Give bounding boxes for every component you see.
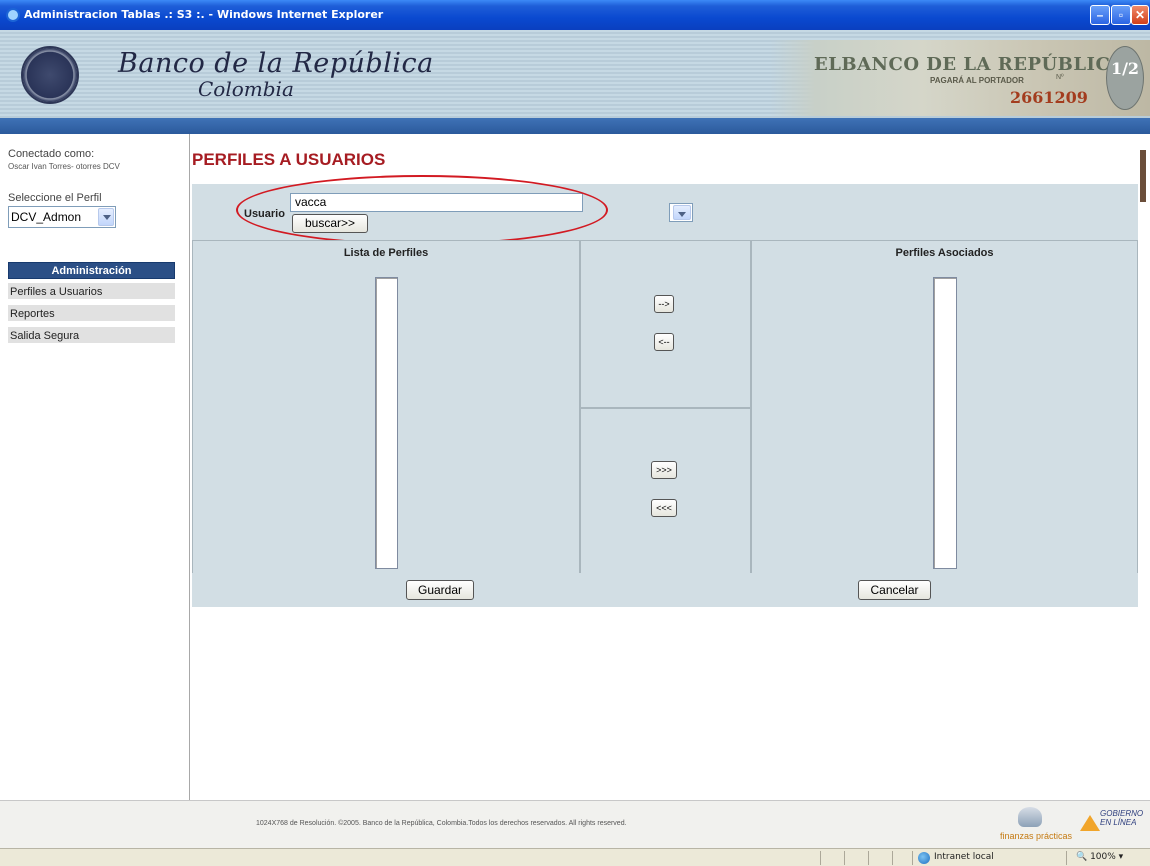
banknote-no-label: Nº: [1056, 74, 1064, 81]
maximize-button[interactable]: ▫: [1111, 5, 1131, 25]
connected-user: Oscar Ivan Torres- otorres DCV: [8, 162, 120, 171]
minimize-icon: –: [1096, 8, 1104, 22]
zoom-value: 100%: [1090, 852, 1116, 862]
security-zone-label[interactable]: Intranet local: [934, 852, 994, 862]
move-all-left-button[interactable]: <<<: [651, 499, 677, 517]
gobierno-en-linea-line2: EN LÍNEA: [1100, 818, 1137, 827]
banner-bottom-bar: [0, 118, 1150, 134]
form-actions-bar: [192, 573, 1138, 607]
profile-select-label: Seleccione el Perfil: [8, 192, 102, 204]
menu-item-reportes[interactable]: Reportes: [8, 305, 175, 323]
secondary-select[interactable]: [669, 203, 693, 222]
cancelar-button[interactable]: Cancelar: [858, 580, 931, 600]
intranet-zone-icon: [918, 852, 930, 864]
statusbar-divider: [1066, 851, 1067, 865]
profile-select[interactable]: DCV_Admon: [8, 206, 116, 228]
move-buttons-panel-top: --> <--: [580, 240, 751, 408]
admin-menu-header: Administración: [8, 262, 175, 279]
gobierno-en-linea-text: GOBIERNO EN LÍNEA: [1100, 809, 1143, 827]
gobierno-en-linea-icon: [1080, 815, 1100, 831]
window-titlebar: Administracion Tablas .: S3 :. - Windows…: [0, 0, 1150, 30]
gobierno-en-linea-logo[interactable]: GOBIERNO EN LÍNEA: [1080, 807, 1146, 843]
move-buttons-panel-bottom: >>> <<<: [580, 408, 751, 574]
brand-name: Banco de la República: [118, 48, 434, 79]
page-footer: 1024X768 de Resolución. ©2005. Banco de …: [0, 800, 1150, 848]
perfiles-asociados-panel: Perfiles Asociados: [751, 240, 1138, 574]
footer-copyright: 1024X768 de Resolución. ©2005. Banco de …: [256, 820, 627, 827]
guardar-button[interactable]: Guardar: [406, 580, 474, 600]
chevron-down-icon[interactable]: [98, 208, 114, 226]
lista-perfiles-panel: Lista de Perfiles: [192, 240, 580, 574]
maximize-icon: ▫: [1118, 8, 1124, 22]
lista-perfiles-listbox[interactable]: [375, 277, 398, 569]
page-title: PERFILES A USUARIOS: [192, 150, 386, 169]
close-button[interactable]: ✕: [1131, 5, 1149, 25]
statusbar-divider: [892, 851, 893, 865]
browser-statusbar: Intranet local 🔍 100% ▾: [0, 848, 1150, 866]
move-all-right-button[interactable]: >>>: [651, 461, 677, 479]
gobierno-en-linea-line1: GOBIERNO: [1100, 809, 1144, 818]
banknote-title: ELBANCO DE LA REPÚBLICA: [814, 54, 1125, 75]
statusbar-divider: [844, 851, 845, 865]
banknote-image: ELBANCO DE LA REPÚBLICA PAGARÁ AL PORTAD…: [770, 40, 1150, 116]
statusbar-divider: [912, 851, 913, 865]
perfiles-asociados-listbox[interactable]: [933, 277, 957, 569]
minimize-button[interactable]: –: [1090, 5, 1110, 25]
banknote-coin: 1/2: [1106, 46, 1144, 110]
menu-item-perfiles-usuarios[interactable]: Perfiles a Usuarios: [8, 283, 175, 301]
finanzas-practicas-text: finanzas prácticas: [1000, 831, 1073, 841]
window-title: Administracion Tablas .: S3 :. - Windows…: [24, 8, 384, 21]
connected-label: Conectado como:: [8, 148, 95, 160]
move-left-button[interactable]: <--: [654, 333, 674, 351]
statusbar-divider: [820, 851, 821, 865]
brand-country: Colombia: [198, 77, 294, 101]
highlight-annotation-oval: [236, 175, 608, 245]
banknote-number: 2661209: [1010, 88, 1088, 107]
brand-logo: Banco de la República Colombia: [118, 48, 434, 101]
zoom-level[interactable]: 🔍 100% ▾: [1076, 852, 1123, 862]
bank-seal-logo: [21, 46, 79, 104]
statusbar-divider: [868, 851, 869, 865]
ie-icon: [6, 8, 20, 22]
left-sidebar: Conectado como: Oscar Ivan Torres- otorr…: [0, 134, 190, 800]
menu-item-salida-segura[interactable]: Salida Segura: [8, 327, 175, 345]
close-icon: ✕: [1134, 8, 1146, 22]
finanzas-practicas-logo[interactable]: finanzas prácticas: [1000, 807, 1072, 845]
banknote-coin-value: 1/2: [1110, 59, 1140, 78]
banknote-subtitle: PAGARÁ AL PORTADOR: [930, 76, 1024, 85]
scrollbar-thumb[interactable]: [1140, 150, 1146, 202]
site-banner: Banco de la República Colombia ELBANCO D…: [0, 30, 1150, 118]
profile-select-value: DCV_Admon: [11, 210, 82, 224]
move-right-button[interactable]: -->: [654, 295, 674, 313]
chevron-down-icon[interactable]: [673, 205, 691, 220]
lista-perfiles-heading: Lista de Perfiles: [343, 247, 429, 259]
perfiles-asociados-heading: Perfiles Asociados: [895, 247, 994, 259]
finanzas-practicas-icon: [1018, 807, 1042, 827]
